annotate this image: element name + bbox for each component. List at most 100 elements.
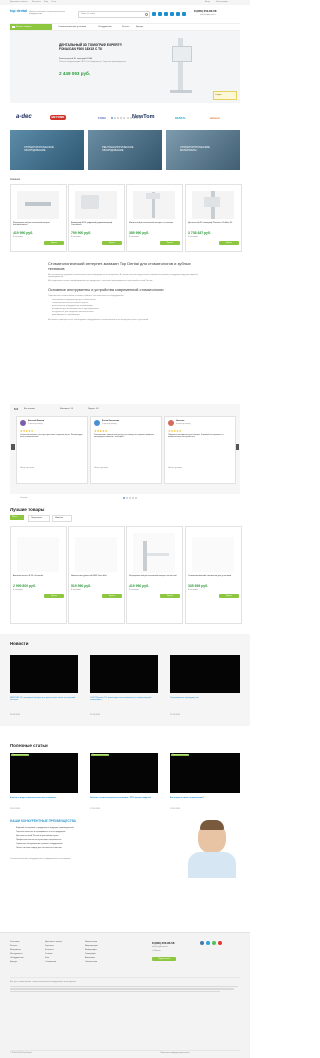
nav-item-units[interactable]: Стоматологические установки [58,26,86,28]
news-title[interactable]: Ультразвуковое преимущество [170,697,236,699]
review-read-more[interactable]: Читать дальше [168,467,182,469]
product-card[interactable]: Интраоральный рентгеновский аппарат наст… [126,526,183,624]
news-image[interactable] [170,655,240,693]
footer-link[interactable]: О компании [45,961,56,963]
footer-link[interactable]: Контакты [45,949,54,951]
article-title[interactable]: Как открыть свою стоматологию? [170,797,236,799]
news-image[interactable] [90,655,158,693]
review-read-more[interactable]: Читать дальше [20,467,34,469]
nav-item-equipment[interactable]: Оборудование [98,26,112,28]
whatsapp-icon[interactable] [212,941,216,945]
article-title[interactable]: Классы и виды стоматологических установо… [10,797,76,799]
best-tab[interactable]: Популярное [28,515,50,522]
footer-link[interactable]: Оборудование [10,957,24,959]
best-tab[interactable]: Новинки [52,515,72,522]
reviews-tab[interactable]: Яндекс: 5.0 [88,408,99,410]
reviews-footer[interactable]: Отзывы [20,497,27,499]
search-box[interactable]: Поиск по сайту [78,11,150,18]
topbar-link-blog[interactable]: Блог [44,1,48,3]
product-card[interactable]: Стоматологический светильник для установ… [185,526,242,624]
footer-link[interactable]: Автоклавы [85,957,95,959]
best-tab-active[interactable]: Хиты [10,515,24,520]
product-name[interactable]: Интраоральный рентгеновский аппарат Inst… [13,222,63,227]
brand-logo[interactable]: FONA [98,116,106,120]
footer-link[interactable]: Наконечники [85,941,97,943]
footer-link[interactable]: Отзывы [45,953,52,955]
buy-button[interactable]: Купить [219,594,239,598]
product-name[interactable]: Визиограф RVG цифровой радиовизиограф Ca… [71,222,121,227]
buy-button[interactable]: Купить [160,241,180,245]
telegram-icon[interactable] [206,941,210,945]
product-name[interactable]: Автоклав класса В 23 л Euronda [13,575,63,577]
footer-link[interactable]: Доставка и оплата [45,941,62,943]
product-card[interactable]: Автоклав класса В 23 л Euronda 2 990 800… [10,526,67,624]
buy-button[interactable]: Купить [219,241,239,245]
news-image[interactable] [10,655,78,693]
product-card[interactable]: Мобильный рентгеновский аппарат на штати… [126,184,183,252]
footer-link[interactable]: Блог [45,957,49,959]
header-phone[interactable]: 8 (800) 250-80-58 [194,9,216,13]
topbar-link-contacts[interactable]: Контакты [32,1,41,3]
login-link[interactable]: Вход [205,1,210,3]
footer-link[interactable]: Томографы [85,953,96,955]
register-link[interactable]: Регистрация [216,1,228,3]
footer-link[interactable]: Светильники [85,961,97,963]
compare-icon[interactable] [152,11,156,16]
brand-logo[interactable]: BEYOND [50,115,66,120]
article-image[interactable]: Полезная статья [90,753,158,793]
footer-phone[interactable]: 8 (800) 250-80-58 [152,941,174,945]
footer-link[interactable]: Установки [10,941,19,943]
logo[interactable]: top dental [10,9,28,18]
category-tile[interactable]: Стоматологические материалы [166,130,240,170]
buy-button[interactable]: Купить [160,594,180,598]
brand-logo[interactable]: acteon [210,116,220,120]
brand-logo[interactable]: a-dec [16,114,32,121]
reviews-tab[interactable]: Магазины: 5.0 [60,408,73,410]
hero-banner[interactable]: ДЕНТАЛЬНЫЙ 3D ТОМОГРАФ EXPERT® FONA/CAN … [10,31,240,103]
buy-button[interactable]: Купить [44,594,64,598]
news-title[interactable]: NEWTOM 7G: передовой аппарат для диагнос… [10,697,76,702]
nav-item-brands[interactable]: Бренды [136,26,143,28]
footer-link[interactable]: Рентген [10,945,17,947]
footer-link[interactable]: Бренды [10,961,17,963]
telegram-icon[interactable] [176,11,180,16]
product-name[interactable]: Мобильный рентгеновский аппарат на штати… [129,222,179,224]
subscribe-button[interactable]: Подписаться [152,957,176,961]
product-card[interactable]: Наконечник турбинный NSK Pana Max 519 99… [68,526,125,624]
reviews-tab[interactable]: Все отзывы [24,408,35,410]
article-image[interactable]: Полезная статья [10,753,78,793]
favorite-icon[interactable] [158,11,162,16]
viber-icon[interactable] [182,11,186,16]
footer-link[interactable]: Микромоторы [85,945,98,947]
buy-button[interactable]: Купить [102,594,122,598]
vk-icon[interactable] [200,941,204,945]
footer-link[interactable]: Инструменты [10,953,22,955]
search-icon[interactable] [145,12,148,16]
article-title[interactable]: Рейтинг стоматологических установок: ТОП… [90,797,156,799]
footer-link[interactable]: Визиографы [85,949,97,951]
article-image[interactable]: Полезная статья [170,753,240,793]
brand-logo[interactable]: DENTAL [175,116,186,120]
footer-email[interactable]: info@topdental.ru [152,946,168,948]
footer-link[interactable]: Гарантии [45,945,54,947]
category-tile[interactable]: Рентгенологическое оборудование [88,130,162,170]
reviews-prev-button[interactable] [11,444,15,450]
product-name[interactable]: Интраоральный рентгеновский аппарат наст… [129,575,179,577]
topbar-delivery-link[interactable]: Доставка и оплата [10,1,27,3]
category-tile[interactable]: Стоматологическое оборудование [10,130,84,170]
buy-button[interactable]: Купить [44,241,64,245]
product-card[interactable]: Интраоральный рентгеновский аппарат Inst… [10,184,67,252]
privacy-link[interactable]: Политика конфиденциальности [160,1052,190,1054]
whatsapp-icon[interactable] [170,11,174,16]
product-card[interactable]: Визиограф RVG цифровой радиовизиограф Ca… [68,184,125,252]
product-name[interactable]: Дентальный 3D томограф Planmeca ProMax 3… [188,222,238,224]
buy-button[interactable]: Купить [102,241,122,245]
news-title[interactable]: CONT Newtom 7G: революционные возможност… [90,697,156,702]
cart-icon[interactable] [164,11,168,16]
youtube-icon[interactable] [218,941,222,945]
brand-logo[interactable]: NewTom [132,114,155,121]
catalog-button[interactable]: Каталог товаров [10,24,52,30]
product-card[interactable]: Дентальный 3D томограф Planmeca ProMax 3… [185,184,242,252]
review-read-more[interactable]: Читать дальше [94,467,108,469]
footer-link[interactable]: Материалы [10,949,21,951]
